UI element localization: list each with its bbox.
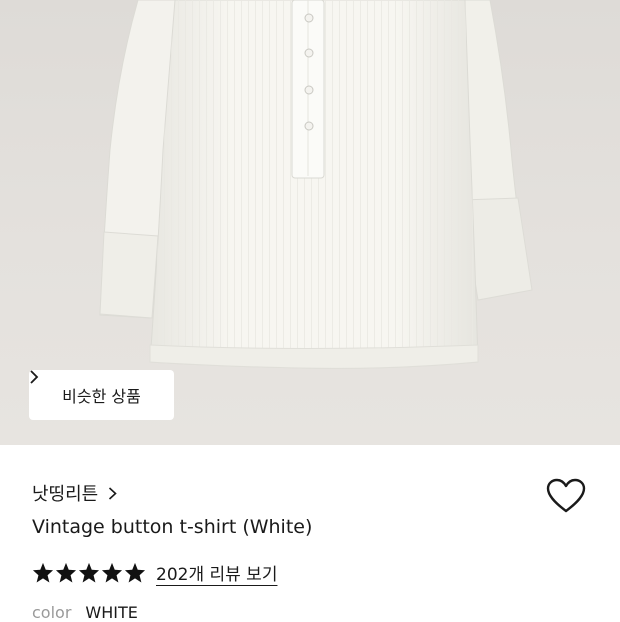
chevron-right-icon bbox=[30, 370, 39, 384]
heart-icon[interactable] bbox=[546, 478, 586, 514]
star-icon bbox=[32, 562, 54, 583]
star-icon bbox=[55, 562, 77, 583]
star-icon bbox=[101, 562, 123, 583]
product-image[interactable]: 비슷한 상품 bbox=[0, 0, 620, 445]
similar-products-button[interactable]: 비슷한 상품 bbox=[29, 370, 174, 420]
color-label: color bbox=[32, 603, 72, 622]
star-icon bbox=[78, 562, 100, 583]
star-icon bbox=[124, 562, 146, 583]
rating-stars bbox=[32, 562, 146, 583]
similar-products-label: 비슷한 상품 bbox=[62, 387, 141, 406]
brand-link[interactable]: 낫띵리튼 bbox=[32, 480, 117, 506]
product-title: Vintage button t-shirt (White) bbox=[32, 516, 313, 538]
chevron-right-icon bbox=[109, 486, 117, 500]
reviews-link[interactable]: 202개 리뷰 보기 bbox=[156, 560, 277, 585]
color-value: WHITE bbox=[85, 603, 138, 622]
color-option: color WHITE bbox=[32, 603, 138, 622]
brand-name: 낫띵리튼 bbox=[32, 484, 99, 505]
rating-row: 202개 리뷰 보기 bbox=[32, 560, 277, 585]
